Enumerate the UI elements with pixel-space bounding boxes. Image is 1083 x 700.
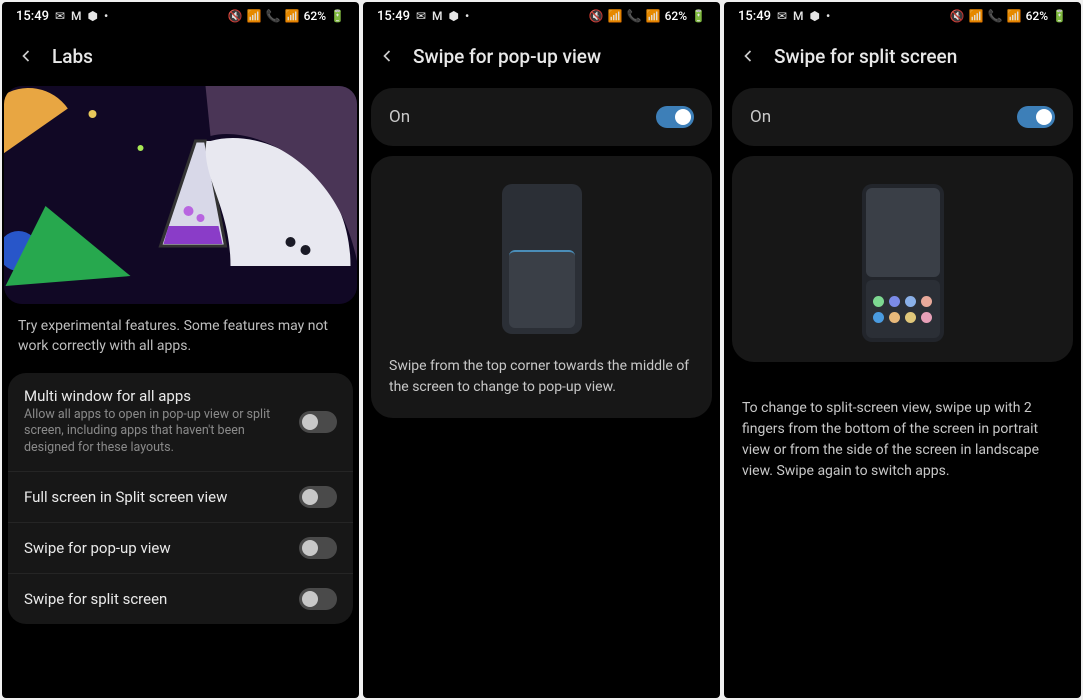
split-illustration	[862, 184, 944, 342]
status-bar: 15:49 ✉ M ⬢ • 🔇 📶 📞 📶 62% 🔋	[2, 2, 359, 30]
reddit-icon: ⬢	[88, 9, 98, 23]
back-button[interactable]	[375, 44, 399, 68]
status-time: 15:49	[16, 9, 49, 24]
app-dot	[889, 312, 900, 323]
signal-icon: 📶	[646, 9, 661, 23]
header: Swipe for split screen	[724, 30, 1081, 82]
toggle-fullscreen-split[interactable]	[299, 486, 337, 508]
master-toggle-card: On	[371, 88, 712, 146]
battery-icon: 🔋	[1052, 9, 1067, 23]
app-dot	[905, 312, 916, 323]
battery-icon: 🔋	[330, 9, 345, 23]
page-title: Swipe for pop-up view	[413, 45, 601, 68]
status-time: 15:49	[377, 9, 410, 24]
battery-icon: 🔋	[691, 9, 706, 23]
master-toggle-card: On	[732, 88, 1073, 146]
master-toggle[interactable]	[656, 106, 694, 128]
call-icon: 📞	[988, 9, 1003, 23]
mail-icon: M	[71, 9, 82, 23]
status-bar: 15:49 ✉ M ⬢ • 🔇 📶 📞 📶 62% 🔋	[724, 2, 1081, 30]
app-dot	[889, 296, 900, 307]
toggle-swipe-popup[interactable]	[299, 537, 337, 559]
toggle-swipe-split[interactable]	[299, 588, 337, 610]
split-bottom-pane	[866, 280, 940, 338]
mute-icon: 🔇	[950, 9, 965, 23]
call-icon: 📞	[266, 9, 281, 23]
page-title: Labs	[52, 45, 93, 68]
settings-card: Multi window for all apps Allow all apps…	[8, 373, 353, 625]
gmail-icon: ✉	[777, 9, 787, 23]
back-button[interactable]	[736, 44, 760, 68]
back-button[interactable]	[14, 44, 38, 68]
app-dot	[873, 296, 884, 307]
row-multi-window[interactable]: Multi window for all apps Allow all apps…	[8, 373, 353, 473]
screen-labs: 15:49 ✉ M ⬢ • 🔇 📶 📞 📶 62% 🔋 Labs	[2, 2, 359, 698]
row-fullscreen-split[interactable]: Full screen in Split screen view	[8, 472, 353, 523]
popup-illustration	[502, 184, 582, 334]
row-title: Full screen in Split screen view	[24, 488, 287, 506]
signal-icon: 📶	[285, 9, 300, 23]
header: Swipe for pop-up view	[363, 30, 720, 82]
mail-icon: M	[432, 9, 443, 23]
wifi-icon: 📶	[969, 9, 984, 23]
screen-swipe-split: 15:49 ✉ M ⬢ • 🔇 📶 📞 📶 62% 🔋 Swipe for sp…	[724, 2, 1081, 698]
app-dot	[921, 296, 932, 307]
wifi-icon: 📶	[608, 9, 623, 23]
reddit-icon: ⬢	[810, 9, 820, 23]
row-subtitle: Allow all apps to open in pop-up view or…	[24, 407, 287, 458]
help-text: Swipe from the top corner towards the mi…	[389, 356, 694, 398]
wifi-icon: 📶	[247, 9, 262, 23]
more-icon: •	[104, 9, 108, 23]
toggle-multi-window[interactable]	[299, 411, 337, 433]
mail-icon: M	[793, 9, 804, 23]
header: Labs	[2, 30, 359, 82]
gmail-icon: ✉	[416, 9, 426, 23]
illustration-card	[732, 156, 1073, 362]
illustration-card: Swipe from the top corner towards the mi…	[371, 156, 712, 418]
app-dot	[873, 312, 884, 323]
app-dot	[921, 312, 932, 323]
battery-pct: 62%	[304, 9, 326, 23]
call-icon: 📞	[627, 9, 642, 23]
master-toggle[interactable]	[1017, 106, 1055, 128]
reddit-icon: ⬢	[449, 9, 459, 23]
row-title: Swipe for split screen	[24, 590, 287, 608]
battery-pct: 62%	[1026, 9, 1048, 23]
screen-swipe-popup: 15:49 ✉ M ⬢ • 🔇 📶 📞 📶 62% 🔋 Swipe for po…	[363, 2, 720, 698]
page-title: Swipe for split screen	[774, 45, 957, 68]
labs-hero-image	[4, 86, 357, 304]
signal-icon: 📶	[1007, 9, 1022, 23]
labs-description: Try experimental features. Some features…	[2, 316, 359, 373]
mute-icon: 🔇	[589, 9, 604, 23]
split-top-pane	[866, 188, 940, 277]
row-swipe-split[interactable]: Swipe for split screen	[8, 574, 353, 624]
status-time: 15:49	[738, 9, 771, 24]
mute-icon: 🔇	[228, 9, 243, 23]
row-swipe-popup[interactable]: Swipe for pop-up view	[8, 523, 353, 574]
row-title: Swipe for pop-up view	[24, 539, 287, 557]
more-icon: •	[826, 9, 830, 23]
on-label: On	[750, 107, 771, 127]
status-bar: 15:49 ✉ M ⬢ • 🔇 📶 📞 📶 62% 🔋	[363, 2, 720, 30]
gmail-icon: ✉	[55, 9, 65, 23]
app-dot	[905, 296, 916, 307]
row-title: Multi window for all apps	[24, 387, 287, 405]
battery-pct: 62%	[665, 9, 687, 23]
help-text: To change to split-screen view, swipe up…	[742, 398, 1063, 482]
on-label: On	[389, 107, 410, 127]
more-icon: •	[465, 9, 469, 23]
popup-window-icon	[509, 250, 575, 328]
